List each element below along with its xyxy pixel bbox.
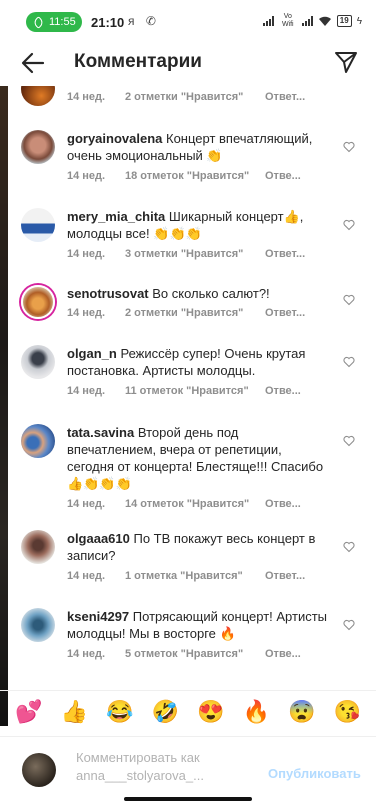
- status-clock: 21:10: [91, 15, 125, 30]
- status-bar: 11:55 21:10 я ✆ Vo Wifi 19 ϟ: [0, 0, 376, 40]
- fearful-emoji-button[interactable]: 😨: [286, 698, 318, 726]
- comment-body: olgaaa610 По ТВ покажут весь концерт в з…: [67, 530, 329, 564]
- comment-meta: 14 нед. 2 отметки "Нравится" Ответ...: [67, 307, 325, 319]
- heart-icon[interactable]: [343, 541, 355, 553]
- comment-username[interactable]: kseni4297: [67, 609, 129, 624]
- comment-body: tata.savina Второй день под впечатлением…: [67, 424, 329, 492]
- comment-meta: 14 нед. 1 отметка "Нравится" Ответ...: [67, 570, 325, 582]
- comment-input-placeholder: Комментировать как: [76, 750, 200, 765]
- comment-time: 14 нед.: [67, 498, 106, 510]
- comment-meta: 14 нед. 18 отметок "Нравится" Отве...: [67, 170, 325, 182]
- comment-username[interactable]: goryainovalena: [67, 131, 162, 146]
- vowifi-label: Vo Wifi: [281, 13, 294, 28]
- comment-username[interactable]: tata.savina: [67, 425, 134, 440]
- comment-meta: 14 нед. 14 отметок "Нравится" Отве...: [67, 498, 325, 510]
- reply-button[interactable]: Ответ...: [265, 307, 325, 319]
- app-header: Комментарии: [0, 40, 376, 86]
- avatar[interactable]: [21, 285, 55, 319]
- comment-time: 14 нед.: [67, 307, 106, 319]
- battery-icon: 19: [336, 15, 352, 27]
- signal-icon: [262, 16, 274, 26]
- joy-emoji-button[interactable]: 😂: [104, 698, 136, 726]
- comment-time: 14 нед.: [67, 648, 106, 660]
- reply-button[interactable]: Ответ...: [265, 570, 325, 582]
- likes-count[interactable]: 14 отметок "Нравится": [125, 498, 265, 510]
- comment-meta: 14 нед. 2 отметки "Нравится" Ответ...: [67, 91, 325, 103]
- comment-body: mery_mia_chita Шикарный концерт👍, молодц…: [67, 208, 329, 242]
- comment-time: 14 нед.: [67, 248, 106, 260]
- background-photo-strip: [0, 86, 8, 726]
- two-hearts-emoji-button[interactable]: 💕: [13, 698, 45, 726]
- reply-button[interactable]: Ответ...: [265, 248, 325, 260]
- comment-input-username: anna___stolyarova_...: [76, 768, 204, 783]
- comment-composer: Комментировать как anna___stolyarova_...…: [0, 736, 376, 806]
- emoji-quick-bar: 💕 👍 😂 🤣 😍 🔥 😨 😘: [0, 690, 376, 732]
- direct-send-icon[interactable]: [334, 50, 358, 74]
- likes-count[interactable]: 2 отметки "Нравится": [125, 91, 265, 103]
- comment-time: 14 нед.: [67, 385, 106, 397]
- comment-time: 14 нед.: [67, 91, 106, 103]
- comment-username[interactable]: olgaaa610: [67, 531, 130, 546]
- phone-icon: [32, 15, 45, 29]
- reply-button[interactable]: Ответ...: [265, 91, 325, 103]
- comment-username[interactable]: olgan_n: [67, 346, 117, 361]
- ongoing-call-pill[interactable]: 11:55: [26, 12, 82, 32]
- heart-icon[interactable]: [343, 294, 355, 306]
- avatar[interactable]: [21, 130, 55, 164]
- likes-count[interactable]: 2 отметки "Нравится": [125, 307, 265, 319]
- heart-icon[interactable]: [343, 619, 355, 631]
- likes-count[interactable]: 11 отметок "Нравится": [125, 385, 265, 397]
- back-arrow-icon[interactable]: [20, 50, 46, 76]
- comment-body: goryainovalena Концерт впечатляющий, оче…: [67, 130, 329, 164]
- likes-count[interactable]: 3 отметки "Нравится": [125, 248, 265, 260]
- avatar[interactable]: [21, 608, 55, 642]
- wifi-icon: [318, 16, 331, 26]
- avatar[interactable]: [21, 424, 55, 458]
- comment-text: Во сколько салют?!: [152, 286, 270, 301]
- avatar[interactable]: [21, 345, 55, 379]
- comment-input[interactable]: Комментировать как anna___stolyarova_...: [76, 749, 256, 785]
- reply-button[interactable]: Отве...: [265, 498, 325, 510]
- notification-icons: я ✆: [128, 14, 160, 28]
- comments-list[interactable]: 14 нед. 2 отметки "Нравится" Ответ... go…: [8, 86, 368, 686]
- comment-body: olgan_n Режиссёр супер! Очень крутая пос…: [67, 345, 329, 379]
- comment-time: 14 нед.: [67, 570, 106, 582]
- comment-username[interactable]: mery_mia_chita: [67, 209, 165, 224]
- kiss-emoji-button[interactable]: 😘: [331, 698, 363, 726]
- avatar[interactable]: [21, 86, 55, 106]
- likes-count[interactable]: 18 отметок "Нравится": [125, 170, 265, 182]
- signal-icon-2: [301, 16, 313, 26]
- publish-button[interactable]: Опубликовать: [268, 766, 361, 781]
- reply-button[interactable]: Отве...: [265, 385, 325, 397]
- reply-button[interactable]: Отве...: [265, 170, 325, 182]
- status-right-icons: Vo Wifi 19 ϟ: [262, 13, 362, 29]
- comment-time: 14 нед.: [67, 170, 106, 182]
- avatar[interactable]: [21, 208, 55, 242]
- comment-body: kseni4297 Потрясающий концерт! Артисты м…: [67, 608, 329, 642]
- heart-icon[interactable]: [343, 356, 355, 368]
- reply-button[interactable]: Отве...: [265, 648, 325, 660]
- home-indicator[interactable]: [124, 797, 252, 801]
- fire-emoji-button[interactable]: 🔥: [240, 698, 272, 726]
- call-duration: 11:55: [49, 16, 76, 28]
- heart-eyes-emoji-button[interactable]: 😍: [195, 698, 227, 726]
- comment-meta: 14 нед. 3 отметки "Нравится" Ответ...: [67, 248, 325, 260]
- comment-body: senotrusovat Во сколько салют?!: [67, 285, 329, 302]
- avatar[interactable]: [21, 530, 55, 564]
- thumbs-up-emoji-button[interactable]: 👍: [58, 698, 90, 726]
- heart-icon[interactable]: [343, 219, 355, 231]
- likes-count[interactable]: 1 отметка "Нравится": [125, 570, 265, 582]
- charging-icon: ϟ: [356, 15, 362, 27]
- current-user-avatar: [22, 753, 56, 787]
- rofl-emoji-button[interactable]: 🤣: [149, 698, 181, 726]
- heart-icon[interactable]: [343, 141, 355, 153]
- likes-count[interactable]: 5 отметок "Нравится": [125, 648, 265, 660]
- page-title: Комментарии: [74, 51, 202, 72]
- comment-username[interactable]: senotrusovat: [67, 286, 149, 301]
- heart-icon[interactable]: [343, 435, 355, 447]
- comment-meta: 14 нед. 11 отметок "Нравится" Отве...: [67, 385, 325, 397]
- comment-meta: 14 нед. 5 отметок "Нравится" Отве...: [67, 648, 325, 660]
